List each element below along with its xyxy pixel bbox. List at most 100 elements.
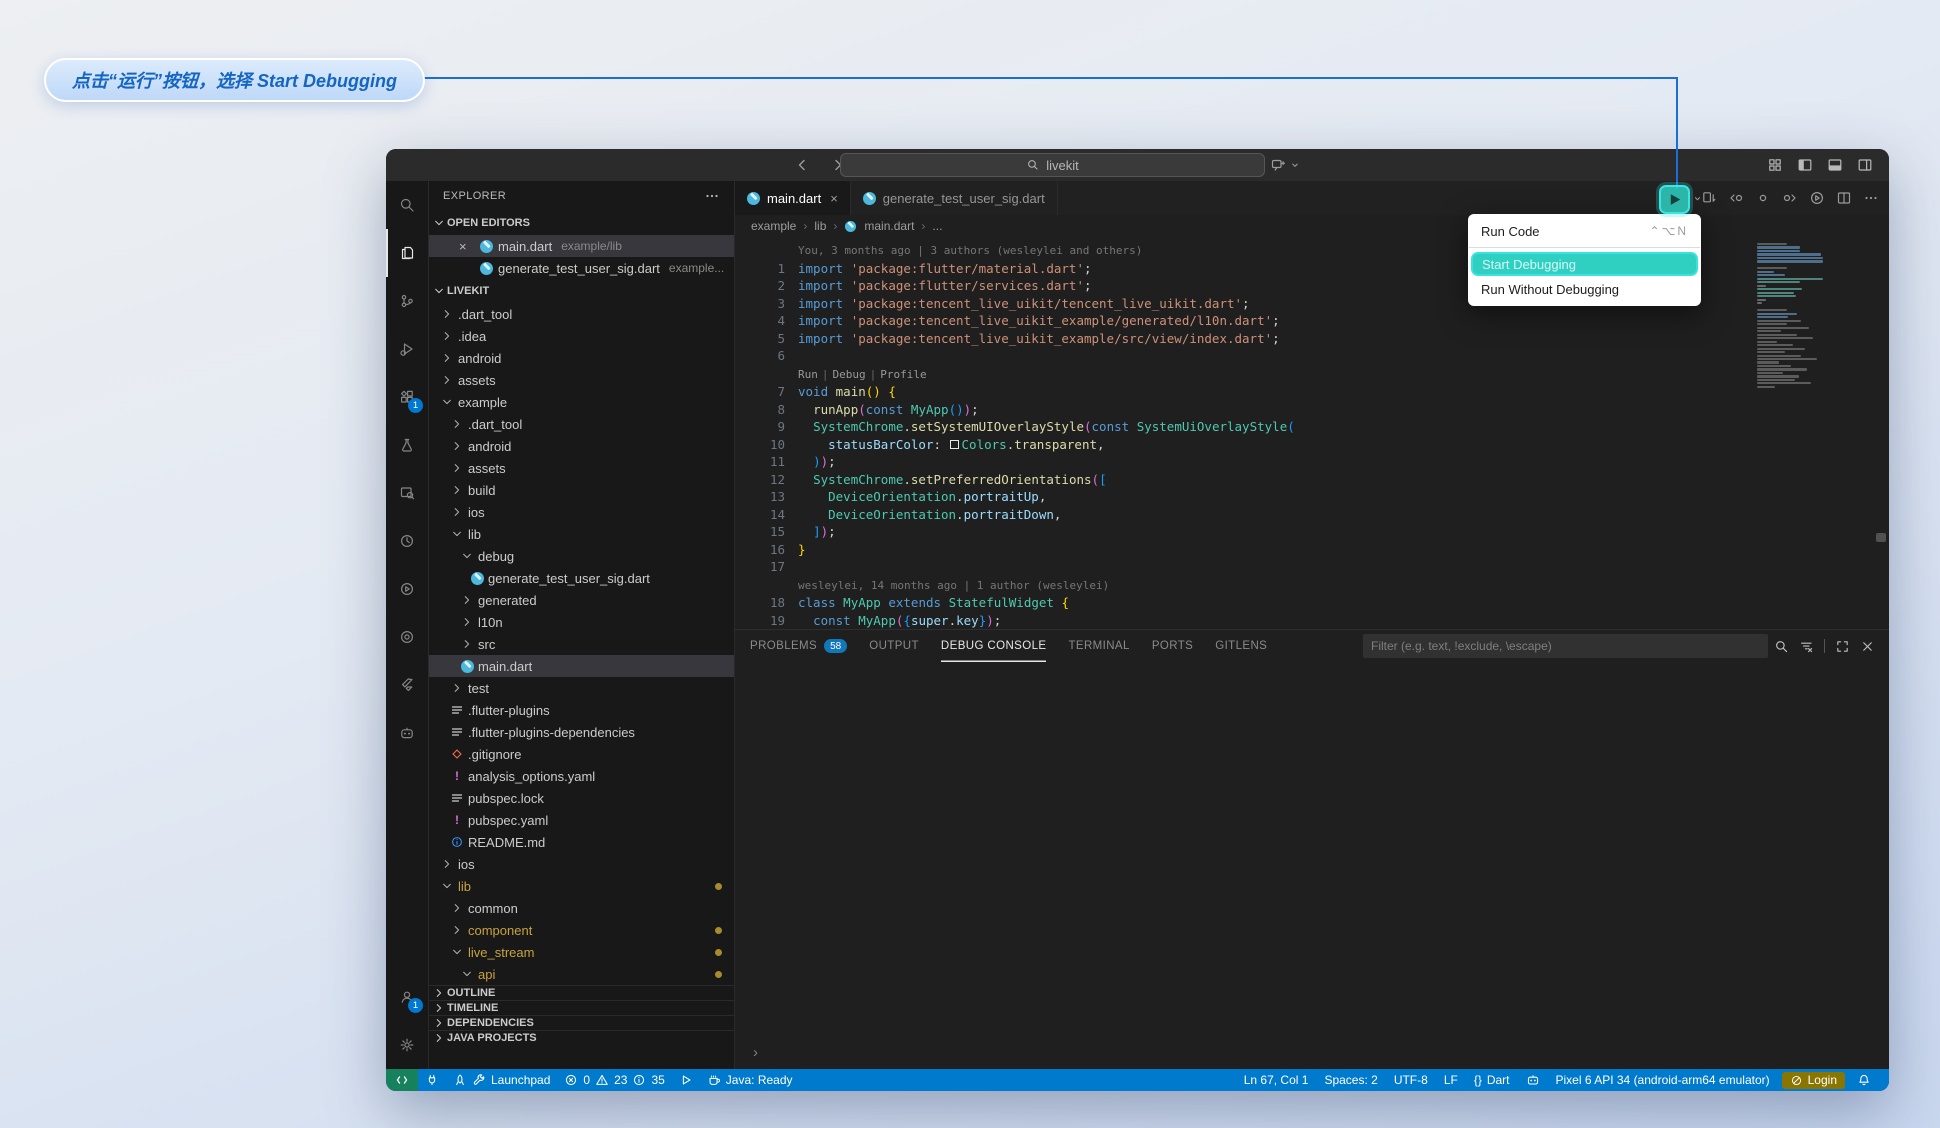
tree-item-.dart_tool[interactable]: .dart_tool [429, 303, 734, 325]
tree-item-debug[interactable]: debug [429, 545, 734, 567]
tree-item-lib[interactable]: lib [429, 523, 734, 545]
panel-tab-debug-console[interactable]: DEBUG CONSOLE [941, 630, 1047, 662]
tree-item-lib[interactable]: lib [429, 875, 734, 897]
code-editor[interactable]: You, 3 months ago | 3 authors (wesleylei… [735, 237, 1889, 629]
tab-close-icon[interactable]: × [830, 191, 838, 206]
activity-item-explorer[interactable] [386, 229, 428, 277]
status-item-launchpad[interactable]: Launchpad [446, 1069, 557, 1091]
tree-item-example[interactable]: example [429, 391, 734, 413]
section-outline[interactable]: OUTLINE [429, 985, 734, 1000]
tree-item-assets[interactable]: assets [429, 369, 734, 391]
menu-item-run-code[interactable]: Run Code⌃⌥N [1468, 219, 1701, 243]
tree-item-test[interactable]: test [429, 677, 734, 699]
breadcrumb-item[interactable]: ... [932, 219, 942, 233]
tree-item-.dart_tool[interactable]: .dart_tool [429, 413, 734, 435]
activity-item-history[interactable] [386, 517, 428, 565]
activity-item-run-circle[interactable] [386, 565, 428, 613]
panel-tab-problems[interactable]: PROBLEMS58 [750, 630, 847, 662]
status-item-ln-67-col-1[interactable]: Ln 67, Col 1 [1236, 1069, 1317, 1091]
project-section-header[interactable]: LIVEKIT [429, 279, 734, 303]
maximize-panel-icon[interactable] [1835, 639, 1850, 654]
tree-item-generated[interactable]: generated [429, 589, 734, 611]
status-item-pixel-6-api-34-android-a[interactable]: Pixel 6 API 34 (android-arm64 emulator) [1548, 1069, 1778, 1091]
editor-tab-main.dart[interactable]: main.dart× [735, 181, 851, 215]
activity-item-run-debug[interactable] [386, 325, 428, 373]
status-item-robot[interactable] [1518, 1069, 1548, 1091]
scrollbar-thumb[interactable] [1876, 533, 1886, 542]
next-change-icon[interactable] [1782, 190, 1798, 206]
compare-icon[interactable] [1701, 190, 1717, 206]
merge-circle-icon[interactable] [1755, 190, 1771, 206]
tree-item-common[interactable]: common [429, 897, 734, 919]
clear-filter-icon[interactable] [1799, 639, 1814, 654]
layout-left-icon[interactable] [1797, 157, 1813, 173]
menu-item-run-without-debugging[interactable]: Run Without Debugging [1468, 277, 1701, 301]
magnifier-sm-icon[interactable] [1774, 639, 1789, 654]
tree-item-main.dart[interactable]: main.dart [429, 655, 734, 677]
tree-item-live_stream[interactable]: live_stream [429, 941, 734, 963]
activity-item-extensions[interactable]: 1 [386, 373, 428, 421]
remote-indicator[interactable] [386, 1069, 418, 1091]
breadcrumb-item[interactable]: lib [814, 219, 826, 233]
activity-item-search[interactable] [386, 181, 428, 229]
prev-change-icon[interactable] [1728, 190, 1744, 206]
run-dropdown-chevron-icon[interactable] [1692, 191, 1703, 209]
tree-item-.gitignore[interactable]: .gitignore [429, 743, 734, 765]
open-editors-section-header[interactable]: OPEN EDITORS [429, 211, 734, 235]
layout-bottom-icon[interactable] [1827, 157, 1843, 173]
codelens-link[interactable]: Profile [880, 368, 926, 381]
command-center-search[interactable]: livekit [840, 153, 1265, 177]
open-editor-item[interactable]: generate_test_user_sig.dartexample... [429, 257, 734, 279]
more-actions-icon[interactable] [704, 188, 720, 204]
minimap[interactable] [1757, 243, 1827, 389]
more-icon[interactable] [1863, 190, 1879, 206]
activity-item-accounts[interactable]: 1 [386, 973, 428, 1021]
section-timeline[interactable]: TIMELINE [429, 1000, 734, 1015]
open-editor-item[interactable]: ×main.dartexample/lib [429, 235, 734, 257]
section-java-projects[interactable]: JAVA PROJECTS [429, 1030, 734, 1045]
login-badge[interactable]: Login [1782, 1072, 1845, 1089]
activity-item-live-share[interactable] [386, 613, 428, 661]
status-item-bell[interactable] [1849, 1069, 1879, 1091]
layout-right-icon[interactable] [1857, 157, 1873, 173]
activity-item-source-control[interactable] [386, 277, 428, 325]
console-input[interactable]: › [735, 1044, 1889, 1069]
tree-item-android[interactable]: android [429, 347, 734, 369]
run-button[interactable] [1659, 185, 1690, 214]
tree-item-.flutter-plugins-dependencies[interactable]: .flutter-plugins-dependencies [429, 721, 734, 743]
close-panel-icon[interactable] [1860, 639, 1875, 654]
nav-back-icon[interactable] [794, 157, 810, 173]
tree-item-src[interactable]: src [429, 633, 734, 655]
status-problems[interactable]: 02335 [557, 1069, 671, 1091]
panel-tab-output[interactable]: OUTPUT [869, 630, 919, 662]
close-editor-icon[interactable]: × [459, 239, 475, 254]
activity-item-copilot[interactable] [386, 709, 428, 757]
activity-item-testing[interactable] [386, 421, 428, 469]
tree-item-build[interactable]: build [429, 479, 734, 501]
tree-item-android[interactable]: android [429, 435, 734, 457]
pr-action-button[interactable] [1270, 149, 1301, 181]
breadcrumb-item[interactable]: example [751, 219, 796, 233]
status-item-plug[interactable] [418, 1069, 446, 1091]
activity-item-flutter[interactable] [386, 661, 428, 709]
menu-item-start-debugging[interactable]: Start Debugging [1471, 252, 1698, 276]
status-item-dart[interactable]: {}Dart [1466, 1069, 1518, 1091]
tree-item-pubspec.lock[interactable]: pubspec.lock [429, 787, 734, 809]
status-item-spaces-2[interactable]: Spaces: 2 [1316, 1069, 1385, 1091]
panel-tab-terminal[interactable]: TERMINAL [1068, 630, 1129, 662]
codelens-link[interactable]: Debug [833, 368, 866, 381]
activity-item-settings[interactable] [386, 1021, 428, 1069]
codelens-link[interactable]: Run [798, 368, 818, 381]
tree-item-l10n[interactable]: l10n [429, 611, 734, 633]
tree-item-component[interactable]: component [429, 919, 734, 941]
panel-tab-ports[interactable]: PORTS [1152, 630, 1193, 662]
tree-item-.flutter-plugins[interactable]: .flutter-plugins [429, 699, 734, 721]
status-item-utf-8[interactable]: UTF-8 [1386, 1069, 1436, 1091]
panel-tab-gitlens[interactable]: GITLENS [1215, 630, 1267, 662]
tree-item-ios[interactable]: ios [429, 853, 734, 875]
filter-input[interactable] [1363, 634, 1768, 658]
tree-item-assets[interactable]: assets [429, 457, 734, 479]
tree-item-.idea[interactable]: .idea [429, 325, 734, 347]
status-item-debug-play[interactable] [672, 1069, 700, 1091]
status-item-lf[interactable]: LF [1436, 1069, 1466, 1091]
